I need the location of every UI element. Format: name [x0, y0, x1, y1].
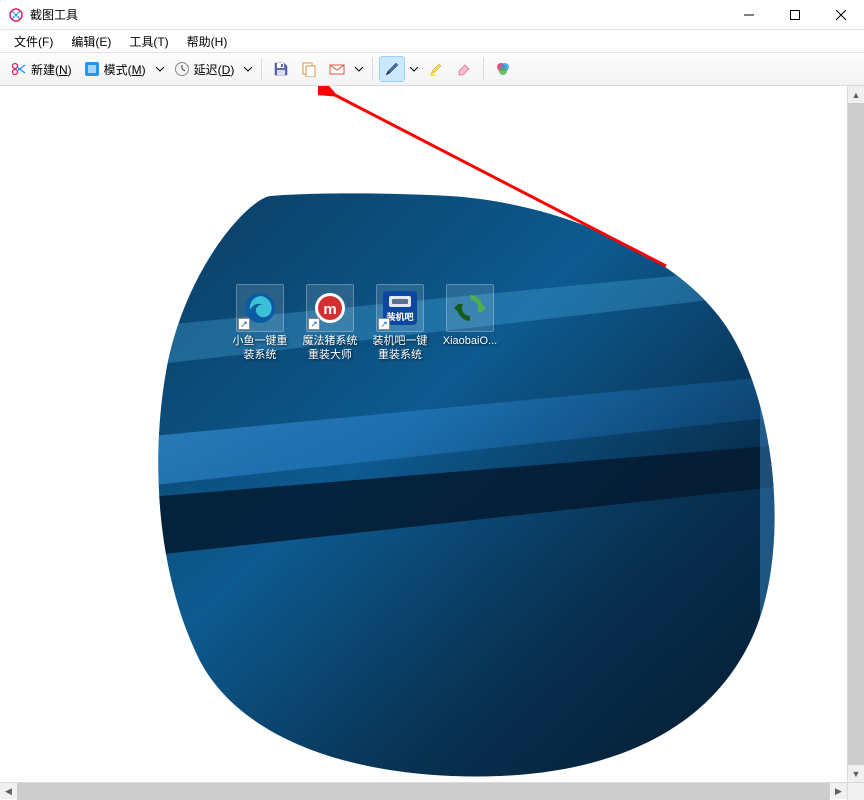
- new-label: 新建(N): [31, 61, 72, 78]
- icon-label: 魔法猪系统重装大师: [298, 334, 362, 363]
- icon-label: XiaobaiO...: [438, 334, 502, 348]
- scroll-right-arrow[interactable]: ▶: [830, 783, 847, 800]
- pen-dropdown[interactable]: [407, 56, 421, 82]
- chevron-down-icon: [410, 67, 418, 72]
- mode-button[interactable]: 模式(M): [79, 56, 151, 82]
- delay-button[interactable]: 延迟(D): [169, 56, 240, 82]
- send-dropdown[interactable]: [352, 56, 366, 82]
- chevron-down-icon: [355, 67, 363, 72]
- desktop-icon[interactable]: ↗ 小鱼一键重装系统: [230, 284, 290, 363]
- scroll-up-arrow[interactable]: ▲: [848, 86, 864, 103]
- paint3d-button[interactable]: [490, 56, 516, 82]
- highlighter-icon: [428, 61, 444, 77]
- mode-dropdown[interactable]: [153, 56, 167, 82]
- menubar: 文件(F) 编辑(E) 工具(T) 帮助(H): [0, 30, 864, 52]
- desktop-icon[interactable]: m ↗ 魔法猪系统重装大师: [300, 284, 360, 363]
- scroll-thumb[interactable]: [17, 783, 830, 800]
- copy-button[interactable]: [296, 56, 322, 82]
- desktop-icon[interactable]: XiaobaiO...: [440, 284, 500, 363]
- toolbar: 新建(N) 模式(M) 延迟(D): [0, 52, 864, 86]
- shortcut-arrow-icon: ↗: [308, 318, 320, 330]
- snip-freeform-shape: [150, 191, 780, 781]
- shortcut-arrow-icon: ↗: [238, 318, 250, 330]
- scroll-corner: [847, 783, 864, 800]
- scroll-track[interactable]: [17, 783, 830, 800]
- chevron-down-icon: [156, 67, 164, 72]
- toolbar-separator: [372, 58, 373, 80]
- scroll-down-arrow[interactable]: ▼: [848, 765, 864, 782]
- eraser-icon: [456, 61, 472, 77]
- delay-dropdown[interactable]: [241, 56, 255, 82]
- eraser-button[interactable]: [451, 56, 477, 82]
- app-icon: [8, 7, 24, 23]
- desktop-icon[interactable]: 装机吧 ↗ 装机吧一键重装系统: [370, 284, 430, 363]
- clock-icon: [174, 61, 190, 77]
- delay-label: 延迟(D): [194, 61, 235, 78]
- scissors-icon: [11, 61, 27, 77]
- toolbar-separator: [261, 58, 262, 80]
- canvas-area[interactable]: ↗ 小鱼一键重装系统 m ↗ 魔法猪系统重装大师 装机吧: [0, 86, 864, 784]
- highlighter-button[interactable]: [423, 56, 449, 82]
- menu-edit[interactable]: 编辑(E): [63, 31, 119, 52]
- toolbar-separator: [483, 58, 484, 80]
- mail-icon: [329, 61, 345, 77]
- menu-help[interactable]: 帮助(H): [179, 31, 236, 52]
- mode-icon: [84, 61, 100, 77]
- new-snip-button[interactable]: 新建(N): [6, 56, 77, 82]
- chevron-down-icon: [244, 67, 252, 72]
- vertical-scrollbar[interactable]: ▲ ▼: [847, 86, 864, 782]
- save-button[interactable]: [268, 56, 294, 82]
- menu-tools[interactable]: 工具(T): [121, 31, 176, 52]
- scroll-track[interactable]: [848, 103, 864, 765]
- shortcut-arrow-icon: ↗: [378, 318, 390, 330]
- menu-file[interactable]: 文件(F): [6, 31, 61, 52]
- copy-icon: [301, 61, 317, 77]
- maximize-button[interactable]: [772, 0, 818, 30]
- sync-icon: [452, 290, 488, 326]
- save-icon: [273, 61, 289, 77]
- minimize-button[interactable]: [726, 0, 772, 30]
- scroll-thumb[interactable]: [848, 103, 864, 765]
- svg-text:m: m: [323, 301, 336, 318]
- icon-label: 小鱼一键重装系统: [228, 334, 292, 363]
- window-title: 截图工具: [30, 6, 78, 23]
- horizontal-scrollbar[interactable]: ◀ ▶: [0, 782, 864, 799]
- desktop-icons: ↗ 小鱼一键重装系统 m ↗ 魔法猪系统重装大师 装机吧: [230, 284, 500, 363]
- mode-label: 模式(M): [104, 61, 146, 78]
- send-button[interactable]: [324, 56, 350, 82]
- pen-button[interactable]: [379, 56, 405, 82]
- paint3d-icon: [495, 61, 511, 77]
- icon-label: 装机吧一键重装系统: [368, 334, 432, 363]
- titlebar: 截图工具: [0, 0, 864, 30]
- scroll-left-arrow[interactable]: ◀: [0, 783, 17, 800]
- close-button[interactable]: [818, 0, 864, 30]
- pen-icon: [384, 61, 400, 77]
